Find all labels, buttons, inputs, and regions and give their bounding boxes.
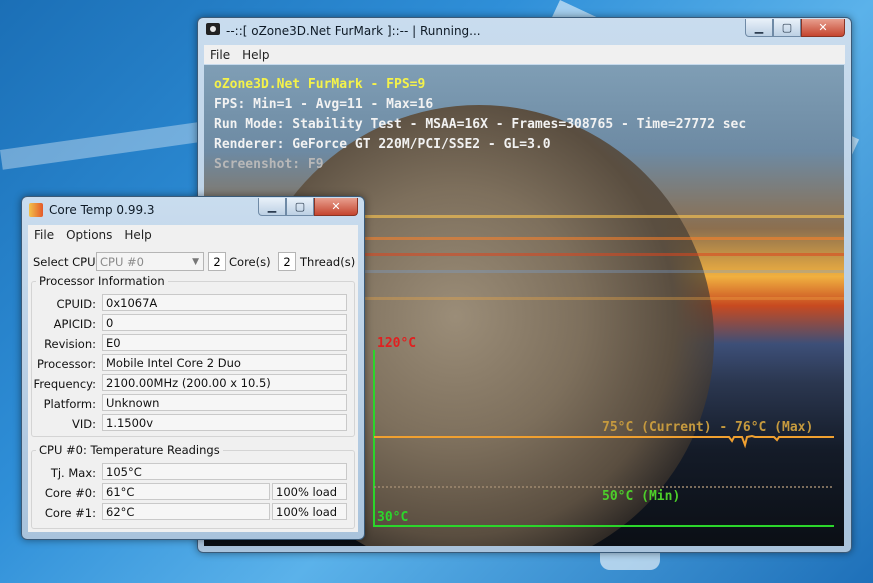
frequency-label: Frequency: <box>33 377 96 391</box>
coretemp-menubar: File Options Help <box>28 225 358 244</box>
furmark-titlebar[interactable]: --::[ oZone3D.Net FurMark ]::-- | Runnin… <box>198 18 851 44</box>
close-button[interactable]: ✕ <box>801 19 845 37</box>
maximize-icon: ▢ <box>781 21 793 34</box>
core0-label: Core #0: <box>44 486 96 500</box>
close-icon: ✕ <box>331 200 341 213</box>
graph-current-label: 75°C (Current) - 76°C (Max) <box>602 420 813 435</box>
tjmax-value: 105°C <box>102 463 347 480</box>
minimize-icon: ▁ <box>754 21 764 34</box>
coretemp-title: Core Temp 0.99.3 <box>49 203 155 217</box>
coretemp-body: Select CPU: CPU #0 ▼ 2 Core(s) 2 Thread(… <box>28 244 358 532</box>
tjmax-label: Tj. Max: <box>50 466 96 480</box>
temperature-readings-title: CPU #0: Temperature Readings <box>36 443 223 457</box>
apicid-value: 0 <box>102 314 347 331</box>
menu-options[interactable]: Options <box>60 228 118 242</box>
cpuid-label: CPUID: <box>56 297 96 311</box>
minimize-button[interactable]: ▁ <box>258 198 286 216</box>
menu-file[interactable]: File <box>204 48 236 62</box>
graph-min-temp-label: 50°C (Min) <box>602 489 680 504</box>
vid-label: VID: <box>72 417 96 431</box>
maximize-button[interactable]: ▢ <box>286 198 314 216</box>
core1-temp: 62°C <box>102 503 270 520</box>
maximize-button[interactable]: ▢ <box>773 19 801 37</box>
minimize-icon: ▁ <box>267 200 277 213</box>
minimize-button[interactable]: ▁ <box>745 19 773 37</box>
threads-label: Thread(s) <box>300 255 356 269</box>
frequency-value: 2100.00MHz (200.00 x 10.5) <box>102 374 347 391</box>
close-button[interactable]: ✕ <box>314 198 358 216</box>
revision-value: E0 <box>102 334 347 351</box>
coretemp-app-icon <box>29 203 43 217</box>
cpuid-value: 0x1067A <box>102 294 347 311</box>
graph-min-label: 30°C <box>377 510 408 525</box>
current-temp-line <box>374 434 834 449</box>
select-cpu-label: Select CPU: <box>33 255 100 269</box>
apicid-label: APICID: <box>53 317 96 331</box>
desktop-swoosh <box>0 119 221 170</box>
furmark-title: --::[ oZone3D.Net FurMark ]::-- | Runnin… <box>226 24 481 38</box>
coretemp-titlebar[interactable]: Core Temp 0.99.3 ▁ ▢ ✕ <box>22 197 364 223</box>
cores-count: 2 <box>208 252 226 271</box>
core0-load: 100% load <box>272 483 347 500</box>
cpu-select[interactable]: CPU #0 ▼ <box>96 252 204 271</box>
menu-help[interactable]: Help <box>118 228 157 242</box>
processor-label: Processor: <box>36 357 96 371</box>
threads-count: 2 <box>278 252 296 271</box>
core1-label: Core #1: <box>44 506 96 520</box>
menu-help[interactable]: Help <box>236 48 275 62</box>
platform-value: Unknown <box>102 394 347 411</box>
furmark-app-icon <box>206 23 220 35</box>
processor-value: Mobile Intel Core 2 Duo <box>102 354 347 371</box>
platform-label: Platform: <box>43 397 96 411</box>
cores-label: Core(s) <box>229 255 271 269</box>
maximize-icon: ▢ <box>294 200 306 213</box>
vid-value: 1.1500v <box>102 414 347 431</box>
graph-max-label: 120°C <box>377 336 416 351</box>
furmark-menubar: File Help <box>204 45 845 64</box>
core1-load: 100% load <box>272 503 347 520</box>
processor-info-title: Processor Information <box>36 274 168 288</box>
cpu-select-value: CPU #0 <box>100 255 144 269</box>
close-icon: ✕ <box>818 21 828 34</box>
chevron-down-icon: ▼ <box>192 257 199 267</box>
core0-temp: 61°C <box>102 483 270 500</box>
menu-file[interactable]: File <box>28 228 60 242</box>
coretemp-window[interactable]: Core Temp 0.99.3 ▁ ▢ ✕ File Options Help… <box>21 196 365 540</box>
revision-label: Revision: <box>44 337 96 351</box>
